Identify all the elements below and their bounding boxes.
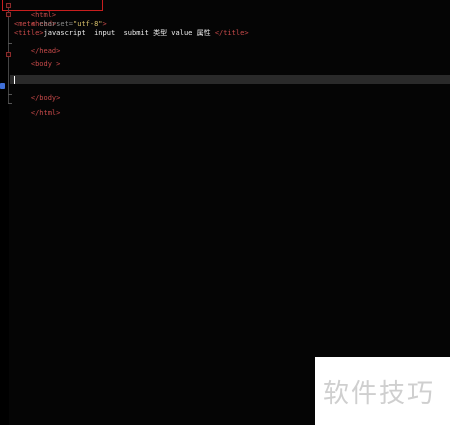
tag-title-open: <title> <box>14 29 44 37</box>
current-line-highlight <box>10 75 450 84</box>
code-line-head-open[interactable]: <head> <box>14 11 56 28</box>
watermark-text: 软件技巧 <box>323 379 436 409</box>
code-line-title[interactable]: <title>javascript input submit 类型 value … <box>14 29 249 38</box>
code-line-body-close[interactable]: </body> <box>14 85 61 102</box>
tag-html-close: </html> <box>30 109 61 117</box>
code-line-meta[interactable]: <meta charset="utf-8"> <box>14 20 107 29</box>
fold-toggle-body[interactable] <box>6 52 11 57</box>
fold-guide-html-end <box>8 103 12 104</box>
fold-guide-head-end <box>8 43 12 44</box>
tag-meta-open: <meta <box>14 20 40 28</box>
tag-title-close: </title> <box>214 29 249 37</box>
code-line-html-open[interactable]: <html> <box>14 2 56 19</box>
title-text: javascript input submit 类型 value 属性 <box>43 29 215 37</box>
fold-toggle-head[interactable] <box>6 12 11 17</box>
watermark-panel: 软件技巧 <box>315 357 450 425</box>
code-line-head-close[interactable]: </head> <box>14 38 61 55</box>
meta-attr-name: charset= <box>39 20 74 28</box>
bookmark-marker[interactable] <box>0 83 5 89</box>
code-line-body-open[interactable]: <body > <box>14 51 61 68</box>
meta-attr-value: "utf-8" <box>73 20 103 28</box>
fold-guide-body-end <box>8 94 12 95</box>
tag-meta-close: > <box>102 20 107 28</box>
tag-body-open: <body > <box>30 60 61 68</box>
code-line-html-close[interactable]: </html> <box>14 100 61 117</box>
